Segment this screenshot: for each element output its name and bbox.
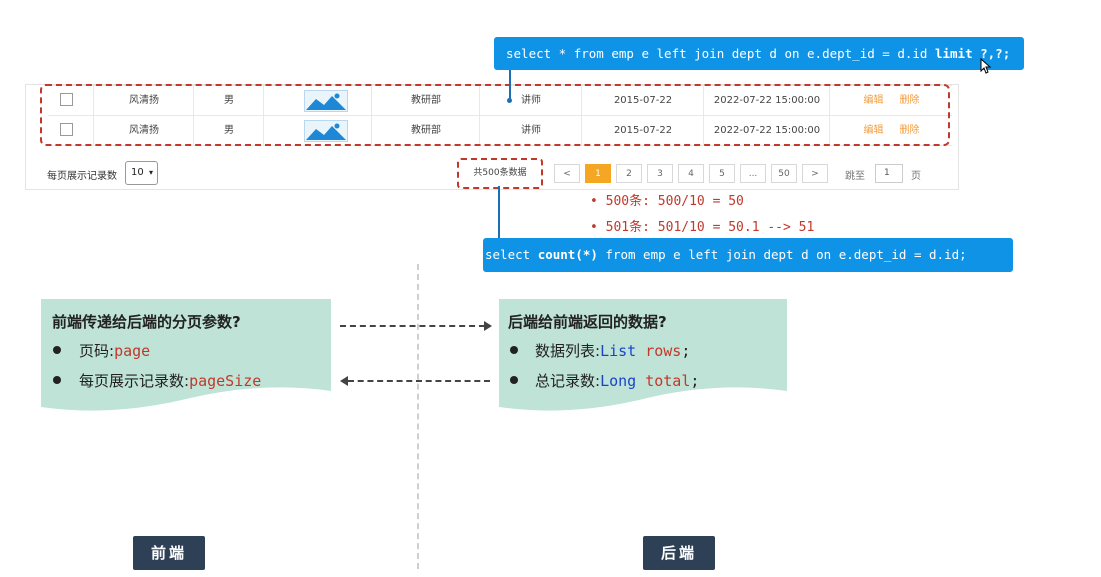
- mouse-cursor-icon: [980, 58, 992, 74]
- sql-limit-keyword: limit ?,?;: [934, 46, 1011, 61]
- sql-limit-text: select * from emp e left join dept d on …: [506, 46, 935, 61]
- frontend-item-pagesize: 每页展示记录数:pageSize: [79, 370, 261, 391]
- page-size-select[interactable]: 10 ▾: [125, 161, 158, 185]
- item-label: 总记录数:: [535, 372, 601, 390]
- next-page-button[interactable]: >: [802, 164, 828, 183]
- response-arrow-line: [348, 380, 490, 382]
- page-button-1[interactable]: 1: [585, 164, 611, 183]
- rows-highlight-box: [40, 84, 950, 146]
- page-button-5[interactable]: 5: [709, 164, 735, 183]
- divider-line: [417, 264, 419, 569]
- item-code: page: [114, 342, 151, 360]
- connector-line: [498, 186, 500, 239]
- arrow-left-icon: [340, 376, 348, 386]
- prev-page-button[interactable]: <: [554, 164, 580, 183]
- item-type: List: [600, 342, 637, 360]
- backend-item-rows: 数据列表:List rows;: [535, 340, 690, 361]
- page-ellipsis: ...: [740, 164, 766, 183]
- item-label: 页码:: [79, 342, 115, 360]
- page-button-3[interactable]: 3: [647, 164, 673, 183]
- item-end: ;: [690, 372, 700, 390]
- item-type: Long: [600, 372, 637, 390]
- frontend-item-page: 页码:page: [79, 340, 150, 361]
- bullet: [510, 376, 518, 384]
- item-var: total: [645, 372, 691, 390]
- jump-to-label: 跳至: [845, 171, 865, 182]
- page-unit-label: 页: [911, 171, 921, 182]
- page-button-last[interactable]: 50: [771, 164, 797, 183]
- sql-limit-callout: select * from emp e left join dept d on …: [494, 37, 1024, 70]
- backend-tag: 后端: [643, 536, 715, 570]
- page-button-2[interactable]: 2: [616, 164, 642, 183]
- bullet: [53, 346, 61, 354]
- page-button-4[interactable]: 4: [678, 164, 704, 183]
- chevron-down-icon: ▾: [148, 168, 153, 177]
- item-label: 每页展示记录数:: [79, 372, 190, 390]
- bullet: [53, 376, 61, 384]
- jump-page-input[interactable]: 1: [875, 164, 903, 183]
- connector-line: [509, 70, 511, 100]
- backend-item-total: 总记录数:Long total;: [535, 370, 699, 391]
- page-size-label: 每页展示记录数: [47, 171, 117, 182]
- backend-card-title: 后端给前端返回的数据?: [508, 313, 667, 331]
- total-records-box: 共500条数据: [457, 158, 543, 189]
- calc-line-1: • 500条: 500/10 = 50: [590, 194, 744, 209]
- frontend-card-title: 前端传递给后端的分页参数?: [52, 313, 241, 331]
- total-records-text: 共500条数据: [473, 168, 527, 178]
- sql-count-prefix: select: [485, 247, 538, 262]
- item-end: ;: [681, 342, 691, 360]
- item-var: rows: [645, 342, 682, 360]
- calc-line-2: • 501条: 501/10 = 50.1 --> 51: [590, 220, 815, 235]
- request-arrow-line: [340, 325, 485, 327]
- page-size-value: 10: [131, 167, 144, 178]
- item-code: pageSize: [189, 372, 262, 390]
- sql-count-callout: select count(*) from emp e left join dep…: [483, 238, 1013, 272]
- frontend-tag: 前端: [133, 536, 205, 570]
- item-label: 数据列表:: [535, 342, 601, 360]
- sql-count-keyword: count(*): [537, 247, 598, 262]
- sql-count-suffix: from emp e left join dept d on e.dept_id…: [597, 247, 967, 262]
- arrow-right-icon: [484, 321, 492, 331]
- bullet: [510, 346, 518, 354]
